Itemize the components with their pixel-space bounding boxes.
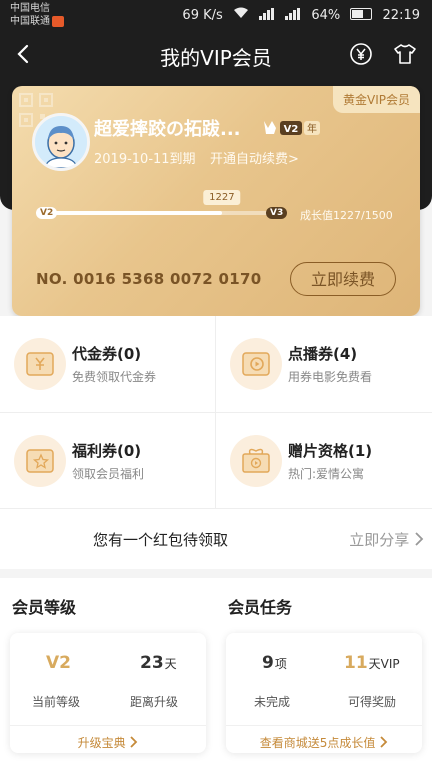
battery-percent: 64% [311,8,341,23]
mall-task-label: 查看商城送5点成长值 [259,736,376,750]
signal-icon [259,8,275,24]
reward: 11天VIP [344,653,400,673]
coupon-gift-film[interactable]: 赠片资格(1) 热门:爱情公寓 [216,413,431,508]
mall-task-link[interactable]: 查看商城送5点成长值 [226,725,422,751]
auto-renew-link[interactable]: 开通自动续费> [210,148,299,167]
todo-unit: 项 [274,657,287,671]
reward-value: 11 [344,653,368,673]
chevron-right-icon [130,736,138,748]
card-number: NO. 0016 5368 0072 0170 [36,270,262,288]
yen-icon [350,43,372,65]
coupon-desc: 热门:爱情公寓 [288,467,365,481]
current-level-value: V2 [46,653,71,673]
renew-button[interactable]: 立即续费 [290,262,396,296]
red-packet-text: 您有一个红包待领取 [93,531,229,549]
growth-value: 成长值1227/1500 [300,209,393,222]
coupon-title: 点播券(4) [288,345,358,363]
share-link[interactable]: 立即分享 [349,529,424,550]
upgrade-guide-link[interactable]: 升级宝典 [10,725,206,751]
expiry-date: 2019-10-11到期 [94,152,196,167]
todo-label: 未完成 [254,695,291,709]
status-bar: 中国电信 中国联通 69 K/s 64% 22:19 [0,0,432,30]
clock: 22:19 [382,8,420,23]
yen-ticket-icon [14,338,66,390]
reward-unit: 天VIP [368,657,400,671]
username: 超爱摔跤の拓跋... [94,119,241,140]
tshirt-icon [394,44,416,64]
days-unit: 天 [164,657,177,671]
growth-progress-fill [38,211,222,215]
carrier-info: 中国电信 中国联通 [10,2,64,28]
coupon-cash[interactable]: 代金券(0) 免费领取代金券 [0,316,215,411]
vip-card: 黄金VIP会员 超爱摔跤の拓跋... V2 年 2019-10-11到期 开通自… [12,86,420,316]
member-task-title: 会员任务 [228,598,293,617]
member-task-card[interactable]: 9项 11天VIP 未完成 可得奖励 查看商城送5点成长值 [226,633,422,753]
shirt-button[interactable] [392,41,418,67]
reward-label: 可得奖励 [348,695,397,709]
chevron-right-icon [380,736,388,748]
coupon-title: 赠片资格(1) [288,442,373,460]
level-tag-suffix: 年 [307,122,317,135]
days-to-upgrade: 23天 [140,653,177,673]
level-from-marker: V2 [36,207,58,219]
chevron-right-icon [415,532,424,546]
growth-progress-bubble: 1227 [203,190,241,205]
coupon-title: 福利券(0) [72,442,142,460]
yen-button[interactable] [348,41,374,67]
level-to-marker: V3 [266,207,288,219]
coupon-vod[interactable]: 点播券(4) 用券电影免费看 [216,316,431,411]
todo-tasks: 9项 [262,653,287,673]
level-tag-value: V2 [284,124,299,135]
upgrade-guide-label: 升级宝典 [77,736,126,750]
avatar[interactable] [32,113,90,171]
status-indicators: 69 K/s 64% 22:19 [176,7,420,24]
tier-badge: 黄金VIP会员 [333,86,420,113]
days-label: 距离升级 [130,695,179,709]
carrier-1: 中国电信 [10,3,50,14]
coupon-desc: 用券电影免费看 [288,370,373,384]
coupon-desc: 免费领取代金券 [72,370,157,384]
star-ticket-icon [14,435,66,487]
days-value: 23 [140,653,164,673]
carrier-2: 中国联通 [10,16,50,27]
red-packet-row[interactable]: 您有一个红包待领取 立即分享 [0,508,432,569]
network-speed: 69 K/s [182,8,223,23]
member-level-card[interactable]: V2 23天 当前等级 距离升级 升级宝典 [10,633,206,753]
nav-bar: 我的VIP会员 [0,30,432,78]
play-ticket-icon [230,338,282,390]
coupon-welfare[interactable]: 福利券(0) 领取会员福利 [0,413,215,508]
level-tag: V2 年 [264,121,320,135]
member-level-title: 会员等级 [12,598,77,617]
share-link-label: 立即分享 [349,531,410,549]
signal-icon-2 [285,8,301,24]
current-level-label: 当前等级 [32,695,81,709]
app-notification-icon [52,15,64,27]
todo-value: 9 [262,653,274,673]
gift-icon [230,435,282,487]
coupon-desc: 领取会员福利 [72,467,145,481]
coupon-title: 代金券(0) [72,345,142,363]
divider [0,412,432,413]
battery-icon [350,8,373,20]
growth-progress-track [38,211,280,215]
wifi-icon [233,7,253,23]
avatar-image [35,116,87,168]
